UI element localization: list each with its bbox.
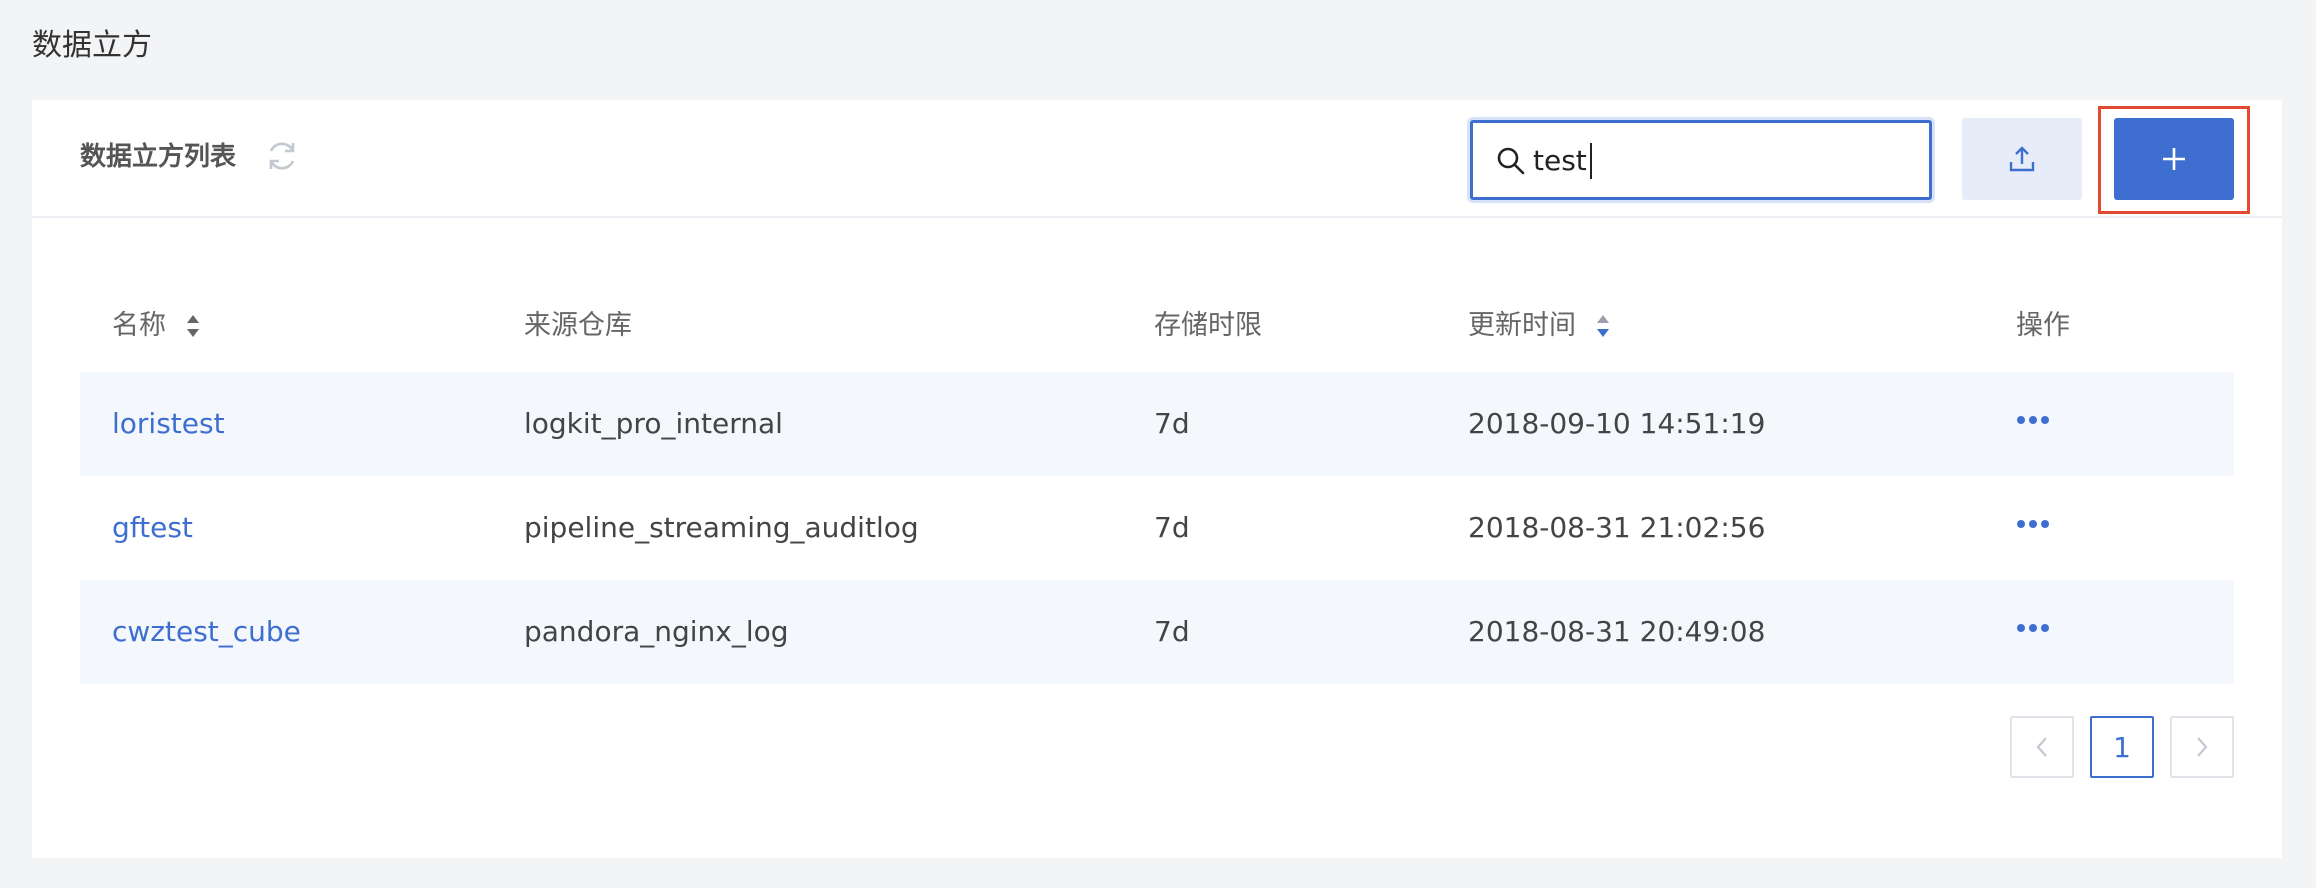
- pagination-next-button[interactable]: [2170, 716, 2234, 778]
- column-header-retention: 存储时限: [1154, 310, 1262, 341]
- column-header-updated-label: 更新时间: [1468, 310, 1576, 341]
- column-header-name-label: 名称: [112, 310, 166, 341]
- source-cell: pipeline_streaming_auditlog: [524, 511, 919, 544]
- upload-icon: [2009, 146, 2035, 172]
- cube-list-card: 数据立方列表 test 名称 来源仓库 存储时限 更新时间 操作 loriste…: [32, 100, 2282, 858]
- table-header: 名称 来源仓库 存储时限 更新时间 操作: [80, 280, 2234, 372]
- column-header-source: 来源仓库: [524, 310, 632, 341]
- pagination-page-1[interactable]: 1: [2090, 716, 2154, 778]
- column-header-updated[interactable]: 更新时间: [1468, 306, 1612, 346]
- sort-icon[interactable]: [184, 313, 202, 339]
- card-title: 数据立方列表: [80, 142, 237, 172]
- cube-table: 名称 来源仓库 存储时限 更新时间 操作 loristest logkit_pr…: [80, 280, 2234, 684]
- cube-name-link[interactable]: loristest: [112, 404, 225, 444]
- updated-cell: 2018-09-10 14:51:19: [1468, 407, 1766, 440]
- updated-cell: 2018-08-31 21:02:56: [1468, 511, 1766, 544]
- source-cell: pandora_nginx_log: [524, 615, 789, 648]
- card-header: 数据立方列表: [32, 100, 2282, 218]
- table-row: loristest logkit_pro_internal 7d 2018-09…: [80, 372, 2234, 476]
- plus-icon: [2163, 148, 2185, 170]
- more-icon[interactable]: [2016, 514, 2050, 534]
- cube-name-link[interactable]: gftest: [112, 508, 193, 548]
- column-header-name[interactable]: 名称: [112, 306, 202, 346]
- updated-cell: 2018-08-31 20:49:08: [1468, 615, 1766, 648]
- pagination-prev-button: [2010, 716, 2074, 778]
- chevron-right-icon: [2197, 737, 2208, 757]
- retention-cell: 7d: [1154, 615, 1190, 648]
- retention-cell: 7d: [1154, 511, 1190, 544]
- text-caret: [1590, 143, 1592, 179]
- search-box[interactable]: [1470, 120, 1932, 200]
- search-icon: [1497, 147, 1525, 175]
- more-icon[interactable]: [2016, 618, 2050, 638]
- cube-name-link[interactable]: cwztest_cube: [112, 612, 301, 652]
- add-cube-button[interactable]: [2114, 118, 2234, 200]
- table-row: cwztest_cube pandora_nginx_log 7d 2018-0…: [80, 580, 2234, 684]
- upload-button[interactable]: [1962, 118, 2082, 200]
- table-row: gftest pipeline_streaming_auditlog 7d 20…: [80, 476, 2234, 580]
- refresh-icon[interactable]: [264, 138, 300, 174]
- source-cell: logkit_pro_internal: [524, 407, 783, 440]
- sort-icon[interactable]: [1594, 313, 1612, 339]
- column-header-actions: 操作: [2016, 310, 2070, 341]
- more-icon[interactable]: [2016, 410, 2050, 430]
- chevron-left-icon: [2036, 737, 2047, 757]
- retention-cell: 7d: [1154, 407, 1190, 440]
- page-title: 数据立方: [32, 28, 152, 63]
